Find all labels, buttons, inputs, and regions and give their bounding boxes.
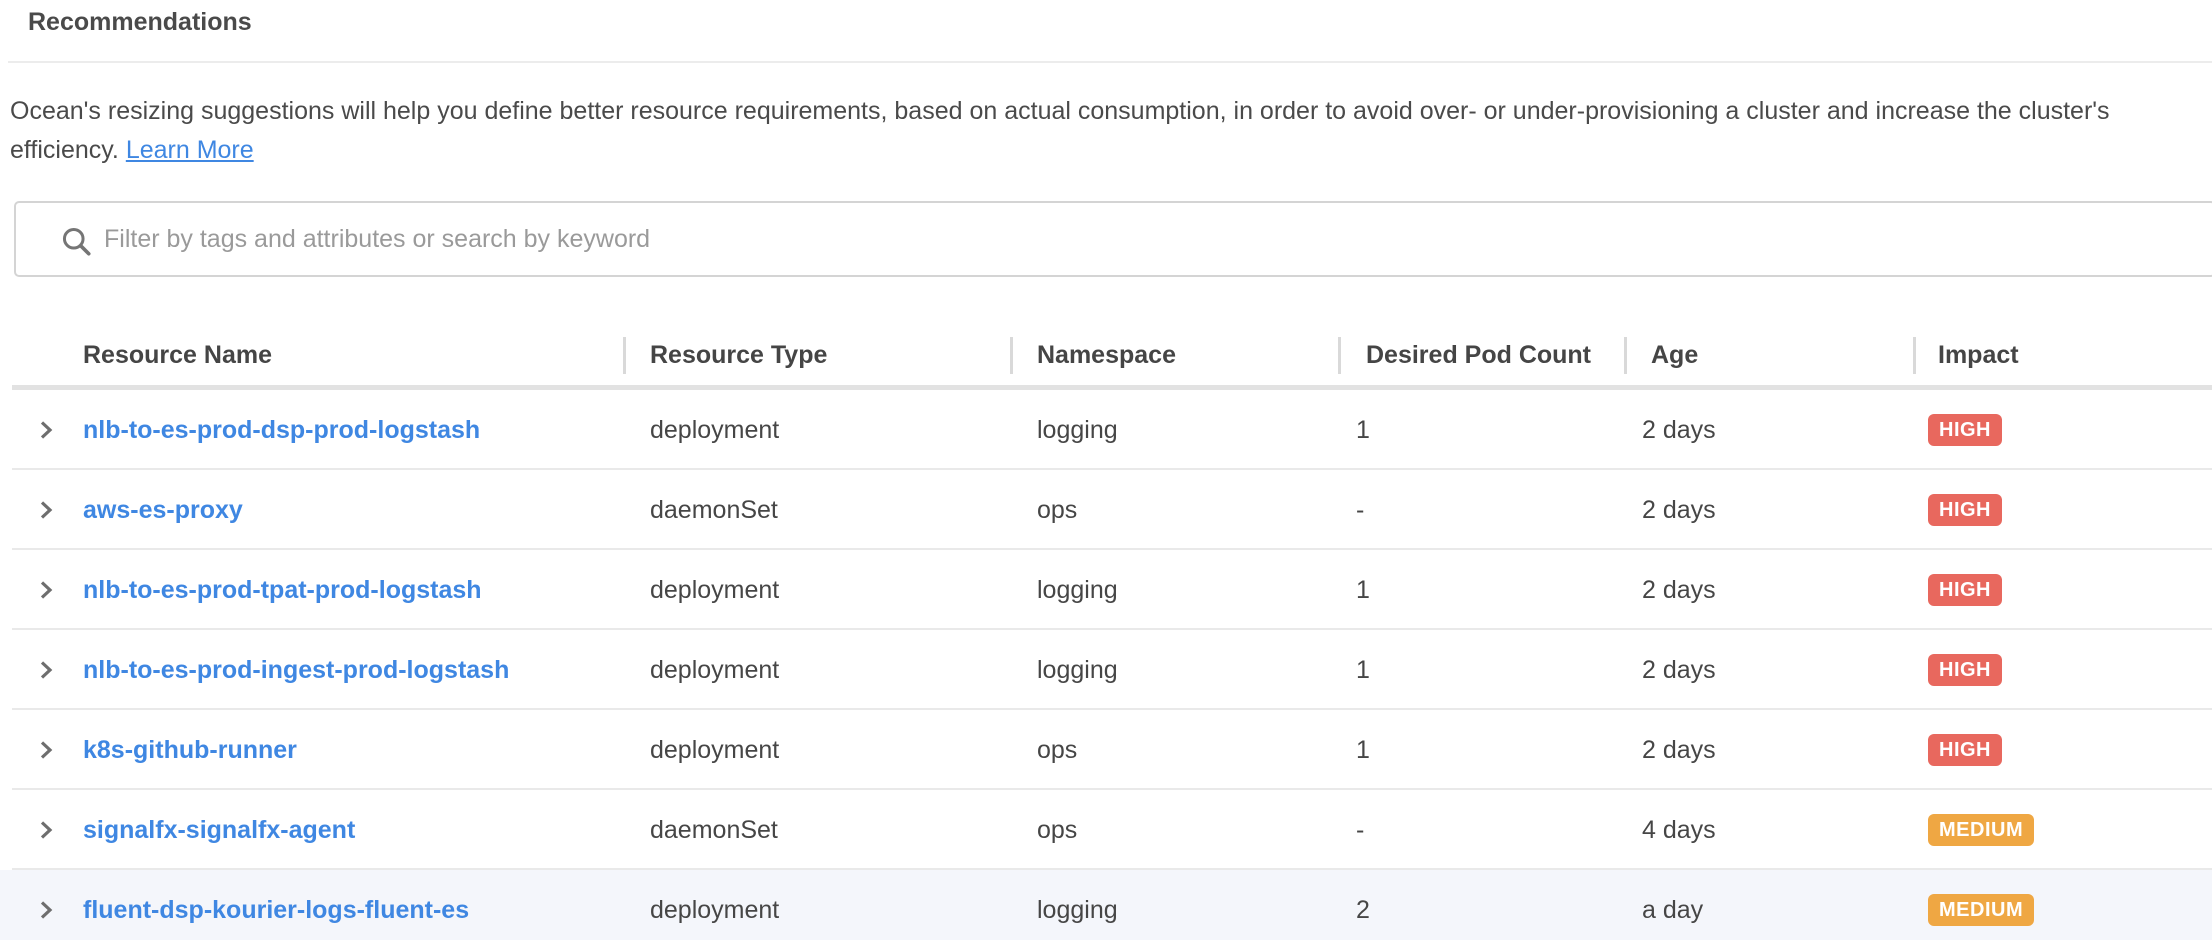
impact-badge: HIGH bbox=[1928, 654, 2002, 686]
namespace-cell: logging bbox=[1037, 630, 1118, 710]
table-row[interactable]: nlb-to-es-prod-ingest-prod-logstash depl… bbox=[0, 630, 2212, 710]
desired-pod-count-cell: - bbox=[1356, 790, 1364, 870]
column-divider bbox=[1338, 337, 1341, 374]
recommendations-table: Resource Name Resource Type Namespace Desir… bbox=[0, 320, 2212, 940]
search-input[interactable] bbox=[104, 203, 2204, 275]
desired-pod-count-cell: 1 bbox=[1356, 710, 1370, 790]
column-header-namespace: Namespace bbox=[1037, 320, 1176, 390]
column-header-desired-pod-count: Desired Pod Count bbox=[1366, 320, 1591, 390]
resource-type-cell: deployment bbox=[650, 550, 779, 630]
column-header-resource-name: Resource Name bbox=[83, 320, 272, 390]
namespace-cell: logging bbox=[1037, 550, 1118, 630]
resource-name-link[interactable]: signalfx-signalfx-agent bbox=[83, 790, 355, 870]
learn-more-link[interactable]: Learn More bbox=[126, 136, 254, 164]
chevron-right-icon[interactable] bbox=[34, 578, 58, 602]
namespace-cell: ops bbox=[1037, 470, 1077, 550]
divider bbox=[8, 61, 2212, 63]
age-cell: 4 days bbox=[1642, 790, 1716, 870]
column-divider bbox=[1913, 337, 1916, 374]
column-divider bbox=[1010, 337, 1013, 374]
table-body: nlb-to-es-prod-dsp-prod-logstash deploym… bbox=[0, 390, 2212, 940]
chevron-right-icon[interactable] bbox=[34, 418, 58, 442]
table-row[interactable]: signalfx-signalfx-agent daemonSet ops - … bbox=[0, 790, 2212, 870]
resource-name-link[interactable]: aws-es-proxy bbox=[83, 470, 243, 550]
column-header-age: Age bbox=[1651, 320, 1698, 390]
namespace-cell: logging bbox=[1037, 390, 1118, 470]
column-header-resource-type: Resource Type bbox=[650, 320, 827, 390]
column-header-impact: Impact bbox=[1938, 320, 2019, 390]
impact-badge: HIGH bbox=[1928, 494, 2002, 526]
age-cell: 2 days bbox=[1642, 630, 1716, 710]
description-body: Ocean's resizing suggestions will help y… bbox=[10, 97, 2110, 164]
chevron-right-icon[interactable] bbox=[34, 738, 58, 762]
impact-badge: MEDIUM bbox=[1928, 814, 2034, 846]
table-row[interactable]: nlb-to-es-prod-tpat-prod-logstash deploy… bbox=[0, 550, 2212, 630]
recommendations-page: Recommendations Ocean's resizing suggest… bbox=[0, 0, 2212, 940]
age-cell: 2 days bbox=[1642, 710, 1716, 790]
age-cell: 2 days bbox=[1642, 470, 1716, 550]
resource-name-link[interactable]: fluent-dsp-kourier-logs-fluent-es bbox=[83, 870, 469, 940]
namespace-cell: logging bbox=[1037, 870, 1118, 940]
resource-type-cell: deployment bbox=[650, 710, 779, 790]
resource-name-link[interactable]: k8s-github-runner bbox=[83, 710, 297, 790]
desired-pod-count-cell: 1 bbox=[1356, 390, 1370, 470]
age-cell: a day bbox=[1642, 870, 1703, 940]
resource-type-cell: deployment bbox=[650, 390, 779, 470]
resource-type-cell: deployment bbox=[650, 870, 779, 940]
chevron-right-icon[interactable] bbox=[34, 818, 58, 842]
search-bar[interactable] bbox=[14, 201, 2212, 277]
impact-badge: HIGH bbox=[1928, 414, 2002, 446]
table-row[interactable]: k8s-github-runner deployment ops 1 2 day… bbox=[0, 710, 2212, 790]
resource-name-link[interactable]: nlb-to-es-prod-tpat-prod-logstash bbox=[83, 550, 482, 630]
impact-badge: HIGH bbox=[1928, 734, 2002, 766]
desired-pod-count-cell: 1 bbox=[1356, 550, 1370, 630]
resource-type-cell: deployment bbox=[650, 630, 779, 710]
desired-pod-count-cell: 2 bbox=[1356, 870, 1370, 940]
desired-pod-count-cell: 1 bbox=[1356, 630, 1370, 710]
chevron-right-icon[interactable] bbox=[34, 658, 58, 682]
resource-name-link[interactable]: nlb-to-es-prod-ingest-prod-logstash bbox=[83, 630, 509, 710]
namespace-cell: ops bbox=[1037, 710, 1077, 790]
age-cell: 2 days bbox=[1642, 390, 1716, 470]
chevron-right-icon[interactable] bbox=[34, 498, 58, 522]
impact-badge: MEDIUM bbox=[1928, 894, 2034, 926]
table-row[interactable]: fluent-dsp-kourier-logs-fluent-es deploy… bbox=[0, 870, 2212, 940]
namespace-cell: ops bbox=[1037, 790, 1077, 870]
desired-pod-count-cell: - bbox=[1356, 470, 1364, 550]
resource-type-cell: daemonSet bbox=[650, 470, 778, 550]
description-text: Ocean's resizing suggestions will help y… bbox=[10, 92, 2206, 170]
search-icon bbox=[58, 223, 94, 259]
impact-badge: HIGH bbox=[1928, 574, 2002, 606]
chevron-right-icon[interactable] bbox=[34, 898, 58, 922]
resource-name-link[interactable]: nlb-to-es-prod-dsp-prod-logstash bbox=[83, 390, 480, 470]
age-cell: 2 days bbox=[1642, 550, 1716, 630]
column-divider bbox=[623, 337, 626, 374]
resource-type-cell: daemonSet bbox=[650, 790, 778, 870]
page-title: Recommendations bbox=[28, 8, 252, 37]
table-row[interactable]: nlb-to-es-prod-dsp-prod-logstash deploym… bbox=[0, 390, 2212, 470]
table-header: Resource Name Resource Type Namespace Desir… bbox=[0, 320, 2212, 390]
column-divider bbox=[1624, 337, 1627, 374]
table-row[interactable]: aws-es-proxy daemonSet ops - 2 days HIGH bbox=[0, 470, 2212, 550]
